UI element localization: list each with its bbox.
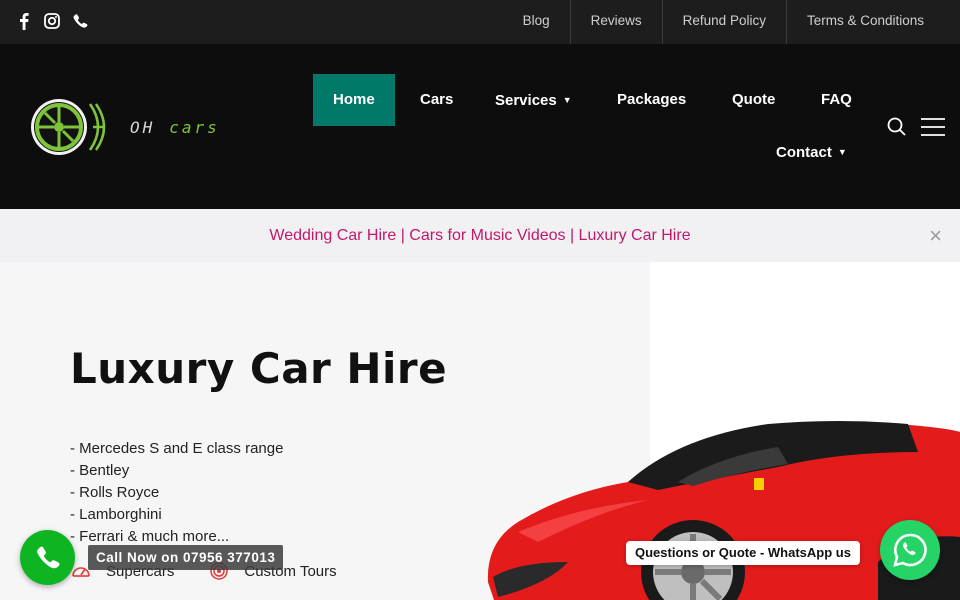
nav-cars-label: Cars	[420, 91, 454, 108]
hamburger-menu-icon[interactable]	[920, 116, 946, 138]
nav-faq[interactable]: FAQ	[801, 74, 872, 126]
list-item: - Bentley	[70, 462, 130, 479]
top-link-blog[interactable]: Blog	[503, 0, 570, 44]
logo-text-cars: cars	[169, 118, 220, 137]
call-now-label[interactable]: Call Now on 07956 377013	[88, 545, 284, 570]
list-item: - Mercedes S and E class range	[70, 440, 284, 457]
nav-contact-label: Contact	[776, 144, 832, 161]
whatsapp-button[interactable]	[880, 520, 940, 580]
list-item: - Lamborghini	[70, 506, 162, 523]
car-list: - Mercedes S and E class range - Bentley…	[70, 438, 283, 548]
nav-services-label: Services	[495, 92, 557, 109]
hero-title: Luxury Car Hire	[70, 344, 448, 393]
caret-down-icon: ▼	[837, 147, 847, 157]
main-nav: Home Cars Services ▼ Packages Quote FAQ C…	[313, 74, 863, 184]
nav-quote-label: Quote	[732, 91, 776, 108]
phone-icon	[37, 546, 60, 569]
site-header: OH cars Home Cars Services ▼ Packages Quot…	[0, 44, 960, 209]
nav-services[interactable]: Services ▼	[475, 74, 592, 126]
nav-packages[interactable]: Packages	[597, 74, 706, 126]
top-link-terms[interactable]: Terms & Conditions	[785, 0, 944, 44]
whatsapp-icon	[893, 533, 927, 567]
nav-quote[interactable]: Quote	[712, 74, 795, 126]
whatsapp-label[interactable]: Questions or Quote - WhatsApp us	[626, 541, 860, 565]
facebook-icon[interactable]	[16, 12, 32, 30]
phone-icon[interactable]	[72, 12, 88, 30]
red-supercar-image	[487, 421, 960, 600]
nav-home[interactable]: Home	[313, 74, 395, 126]
list-item: - Rolls Royce	[70, 484, 160, 501]
wheel-logo-icon	[31, 99, 106, 155]
top-bar: Blog Reviews Refund Policy Terms & Condi…	[0, 0, 960, 44]
close-icon[interactable]: ×	[929, 209, 942, 262]
announcement-bar: Wedding Car Hire | Cars for Music Videos…	[0, 209, 960, 262]
social-links	[16, 12, 88, 30]
instagram-icon[interactable]	[44, 12, 60, 30]
announcement-text[interactable]: Wedding Car Hire | Cars for Music Videos…	[269, 227, 690, 244]
nav-packages-label: Packages	[617, 91, 687, 108]
logo-text: OH cars	[130, 118, 220, 137]
top-links: Blog Reviews Refund Policy Terms & Condi…	[503, 0, 944, 44]
nav-contact[interactable]: Contact ▼	[756, 126, 867, 178]
logo-text-oh: OH	[130, 118, 156, 137]
nav-faq-label: FAQ	[821, 91, 852, 108]
nav-cars[interactable]: Cars	[400, 74, 473, 126]
search-icon[interactable]	[886, 116, 908, 138]
site-logo[interactable]: OH cars	[28, 96, 248, 158]
call-now-button[interactable]	[20, 530, 75, 585]
caret-down-icon: ▼	[562, 95, 572, 105]
top-link-reviews[interactable]: Reviews	[569, 0, 662, 44]
nav-home-label: Home	[333, 91, 375, 108]
top-link-refund-policy[interactable]: Refund Policy	[661, 0, 786, 44]
